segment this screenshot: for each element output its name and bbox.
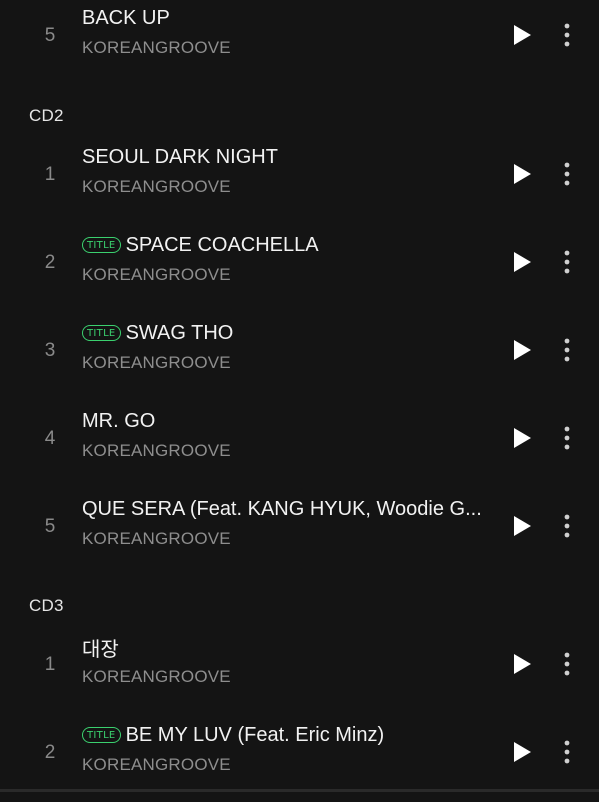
track-artist: KOREANGROOVE bbox=[82, 353, 231, 372]
track-artist: KOREANGROOVE bbox=[82, 529, 231, 548]
more-vertical-icon[interactable] bbox=[558, 161, 576, 187]
track-title-line: BACK UP bbox=[82, 5, 492, 31]
track-title-line: MR. GO bbox=[82, 408, 492, 434]
title-track-badge: TITLE bbox=[82, 237, 121, 253]
more-vertical-icon[interactable] bbox=[558, 425, 576, 451]
play-icon[interactable] bbox=[511, 427, 533, 449]
track-number: 1 bbox=[44, 654, 56, 675]
track-row[interactable]: 1 SEOUL DARK NIGHT KOREANGROOVE bbox=[0, 144, 599, 224]
play-icon[interactable] bbox=[511, 515, 533, 537]
track-title: BACK UP bbox=[82, 6, 170, 29]
track-artist: KOREANGROOVE bbox=[82, 755, 231, 774]
track-title-line: TITLE BE MY LUV (Feat. Eric Minz) bbox=[82, 722, 492, 748]
track-artist: KOREANGROOVE bbox=[82, 441, 231, 460]
more-vertical-icon[interactable] bbox=[558, 739, 576, 765]
track-row[interactable]: 1 대장 KOREANGROOVE bbox=[0, 634, 599, 714]
track-row[interactable]: 3 TITLE SWAG THO KOREANGROOVE bbox=[0, 320, 599, 400]
track-number: 5 bbox=[44, 516, 56, 537]
track-row[interactable]: 5 QUE SERA (Feat. KANG HYUK, Woodie G...… bbox=[0, 496, 599, 576]
more-vertical-icon[interactable] bbox=[558, 651, 576, 677]
track-title-line: TITLE SWAG THO bbox=[82, 320, 492, 346]
more-vertical-icon[interactable] bbox=[558, 249, 576, 275]
more-vertical-icon[interactable] bbox=[558, 22, 576, 48]
track-row[interactable]: 5 BACK UP KOREANGROOVE bbox=[0, 5, 599, 85]
more-vertical-icon[interactable] bbox=[558, 513, 576, 539]
track-number: 5 bbox=[44, 25, 56, 46]
play-icon[interactable] bbox=[511, 24, 533, 46]
section-header-cd3: CD3 bbox=[29, 596, 64, 615]
play-icon[interactable] bbox=[511, 653, 533, 675]
track-title: SEOUL DARK NIGHT bbox=[82, 145, 278, 168]
track-title-line: 대장 bbox=[82, 634, 492, 661]
track-title-line: SEOUL DARK NIGHT bbox=[82, 144, 492, 170]
track-title: QUE SERA (Feat. KANG HYUK, Woodie G... bbox=[82, 497, 482, 520]
track-title: SPACE COACHELLA bbox=[125, 233, 319, 256]
section-header-cd2: CD2 bbox=[29, 106, 64, 125]
play-icon[interactable] bbox=[511, 339, 533, 361]
play-icon[interactable] bbox=[511, 741, 533, 763]
track-number: 3 bbox=[44, 340, 56, 361]
track-number: 2 bbox=[44, 742, 56, 763]
track-row[interactable]: 4 MR. GO KOREANGROOVE bbox=[0, 408, 599, 488]
track-number: 1 bbox=[44, 164, 56, 185]
track-artist: KOREANGROOVE bbox=[82, 265, 231, 284]
title-track-badge: TITLE bbox=[82, 727, 121, 743]
track-title: MR. GO bbox=[82, 409, 156, 432]
play-icon[interactable] bbox=[511, 163, 533, 185]
track-title-line: TITLE SPACE COACHELLA bbox=[82, 232, 492, 258]
title-track-badge: TITLE bbox=[82, 325, 121, 341]
track-artist: KOREANGROOVE bbox=[82, 667, 231, 686]
track-artist: KOREANGROOVE bbox=[82, 177, 231, 196]
track-number: 4 bbox=[44, 428, 56, 449]
track-artist: KOREANGROOVE bbox=[82, 38, 231, 57]
track-title-line: QUE SERA (Feat. KANG HYUK, Woodie G... bbox=[82, 496, 492, 522]
track-row[interactable]: 2 TITLE SPACE COACHELLA KOREANGROOVE bbox=[0, 232, 599, 312]
track-number: 2 bbox=[44, 252, 56, 273]
track-title: SWAG THO bbox=[125, 321, 234, 344]
track-title: BE MY LUV (Feat. Eric Minz) bbox=[125, 723, 385, 746]
play-icon[interactable] bbox=[511, 251, 533, 273]
track-title: 대장 bbox=[82, 636, 119, 661]
more-vertical-icon[interactable] bbox=[558, 337, 576, 363]
